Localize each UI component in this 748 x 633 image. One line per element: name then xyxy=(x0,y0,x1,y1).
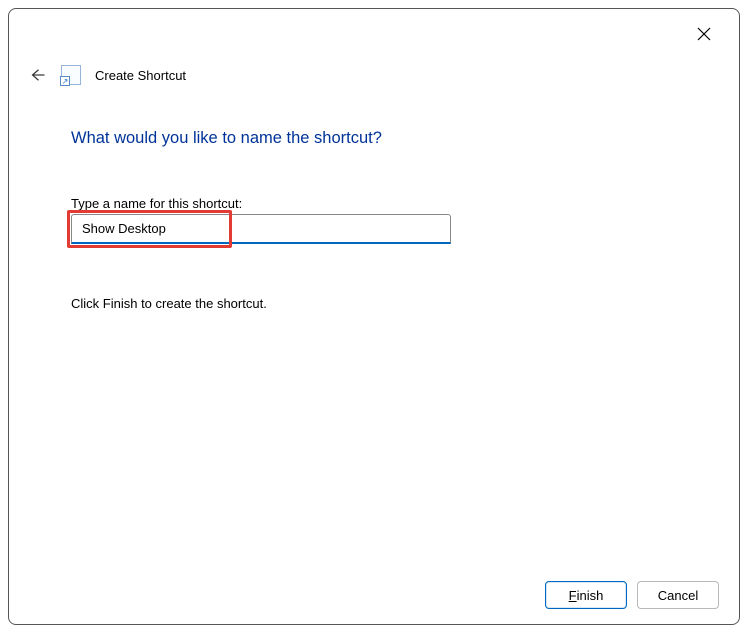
wizard-title: Create Shortcut xyxy=(95,68,186,83)
name-input-wrapper xyxy=(71,214,451,244)
titlebar xyxy=(9,9,739,55)
instruction-text: Click Finish to create the shortcut. xyxy=(71,296,689,311)
cancel-button[interactable]: Cancel xyxy=(637,581,719,609)
wizard-footer: Finish Cancel xyxy=(9,566,739,624)
back-arrow-icon[interactable] xyxy=(27,65,47,85)
close-icon[interactable] xyxy=(689,23,719,48)
create-shortcut-wizard: ↗ Create Shortcut What would you like to… xyxy=(8,8,740,625)
wizard-content: What would you like to name the shortcut… xyxy=(9,89,739,566)
name-label: Type a name for this shortcut: xyxy=(71,196,689,211)
finish-label-rest: inish xyxy=(577,588,604,603)
finish-button[interactable]: Finish xyxy=(545,581,627,609)
wizard-header: ↗ Create Shortcut xyxy=(9,55,739,89)
page-heading: What would you like to name the shortcut… xyxy=(71,129,689,148)
shortcut-file-icon: ↗ xyxy=(61,65,81,85)
shortcut-name-input[interactable] xyxy=(71,214,451,244)
finish-accelerator: F xyxy=(569,588,577,603)
